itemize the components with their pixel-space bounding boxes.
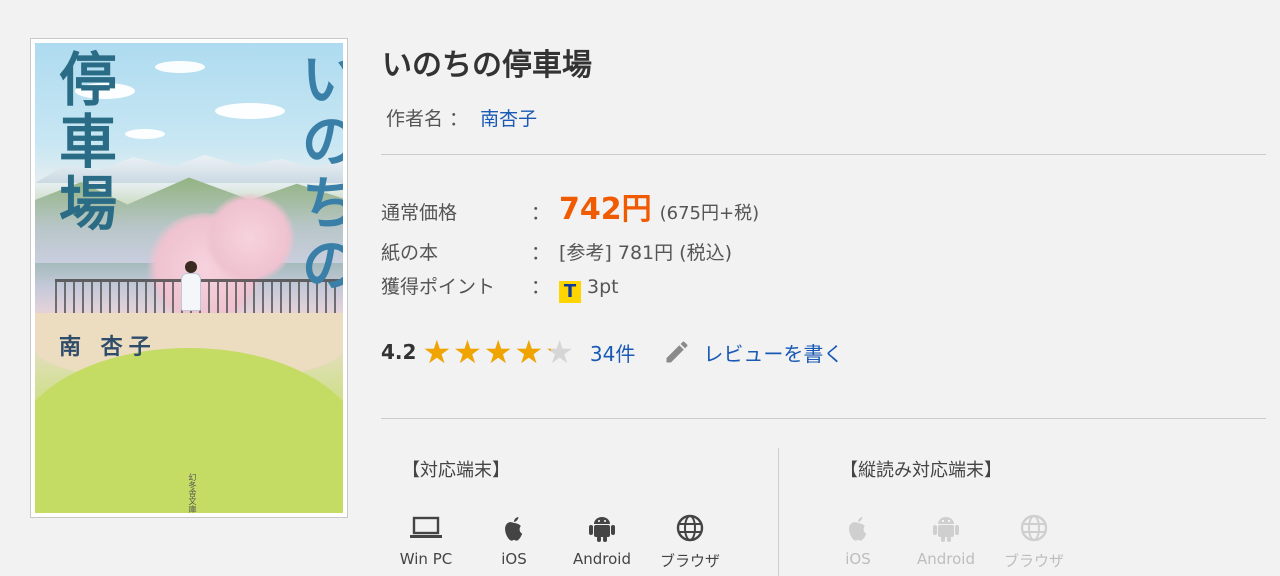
device-label: ブラウザ bbox=[659, 552, 720, 570]
write-review-link[interactable]: レビューを書く bbox=[663, 338, 843, 367]
globe-icon bbox=[676, 514, 704, 542]
device-label: Android bbox=[573, 550, 631, 568]
supported-devices-heading: 【対応端末】 bbox=[402, 460, 510, 481]
device-label: Android bbox=[917, 550, 975, 568]
devices-separator bbox=[778, 448, 779, 576]
pencil-icon bbox=[666, 341, 688, 363]
divider-bottom bbox=[381, 418, 1266, 419]
device-ios: iOS bbox=[474, 512, 554, 568]
device-label: Win PC bbox=[399, 550, 453, 568]
paper-price-label: 紙の本 bbox=[381, 242, 439, 264]
star-rating-fill: ★★★★★ bbox=[422, 336, 551, 368]
points-value: 3pt bbox=[587, 276, 619, 298]
colon: ： bbox=[531, 276, 551, 298]
device-label: iOS bbox=[845, 550, 871, 568]
write-review-label: レビューを書く bbox=[703, 341, 844, 366]
colon: ： bbox=[531, 242, 551, 264]
device-android: Android bbox=[562, 512, 642, 568]
apple-icon bbox=[505, 517, 523, 541]
points-row: 獲得ポイント ： T 3pt bbox=[381, 272, 619, 303]
globe-icon bbox=[1020, 514, 1048, 542]
cover-title-left: 停車場 bbox=[49, 49, 117, 235]
paper-price-value: [参考] 781円 (税込) bbox=[559, 242, 732, 264]
vertical-devices-heading: 【縦読み対応端末】 bbox=[840, 460, 1002, 481]
book-detail-page: 停車場 いのちの 南 杏子 幻冬舎文庫 いのちの停車場 作者名 ： 南杏子 通常… bbox=[0, 0, 1280, 576]
girl-figure bbox=[181, 261, 201, 313]
colon: ： bbox=[531, 202, 551, 224]
laptop-icon bbox=[410, 516, 442, 538]
device-label: ブラウザ bbox=[1003, 552, 1064, 570]
points-value-wrap: T 3pt bbox=[559, 276, 619, 303]
device-winpc: Win PC bbox=[386, 512, 466, 568]
normal-price-label: 通常価格 bbox=[381, 202, 458, 224]
apple-icon bbox=[849, 517, 867, 541]
cover-imprint: 幻冬舎文庫 bbox=[188, 473, 197, 513]
vertical-device-browser: ブラウザ bbox=[994, 512, 1074, 571]
rating-score: 4.2 bbox=[381, 340, 417, 364]
cover-illustration: 停車場 いのちの 南 杏子 幻冬舎文庫 bbox=[35, 43, 343, 513]
star-rating: ★★★★★★★★★★ bbox=[422, 333, 576, 371]
divider-top bbox=[381, 154, 1266, 155]
author-label: 作者名 ： bbox=[386, 108, 469, 130]
android-icon bbox=[589, 517, 615, 542]
paper-price-row: 紙の本 ： [参考] 781円 (税込) bbox=[381, 238, 732, 265]
review-count-link[interactable]: 34件 bbox=[590, 338, 635, 367]
normal-price-value: 742円 bbox=[559, 192, 652, 227]
cover-author: 南 杏子 bbox=[59, 335, 157, 360]
normal-price-tax: (675円+税) bbox=[659, 203, 760, 224]
author-row: 作者名 ： 南杏子 bbox=[386, 104, 537, 131]
android-icon bbox=[933, 517, 959, 542]
points-label: 獲得ポイント bbox=[381, 276, 496, 298]
author-link[interactable]: 南杏子 bbox=[480, 108, 537, 130]
rating-row: 4.2 ★★★★★★★★★★ 34件 レビューを書く bbox=[381, 336, 843, 368]
normal-price-row: 通常価格 ： 742円 (675円+税) bbox=[381, 184, 759, 228]
vertical-device-ios: iOS bbox=[818, 512, 898, 568]
book-cover[interactable]: 停車場 いのちの 南 杏子 幻冬舎文庫 bbox=[30, 38, 348, 518]
device-label: iOS bbox=[501, 550, 527, 568]
device-browser: ブラウザ bbox=[650, 512, 730, 571]
vertical-device-android: Android bbox=[906, 512, 986, 568]
cover-title-right: いのちの bbox=[291, 49, 343, 297]
tpoint-icon: T bbox=[559, 281, 581, 303]
book-title: いのちの停車場 bbox=[382, 48, 592, 83]
